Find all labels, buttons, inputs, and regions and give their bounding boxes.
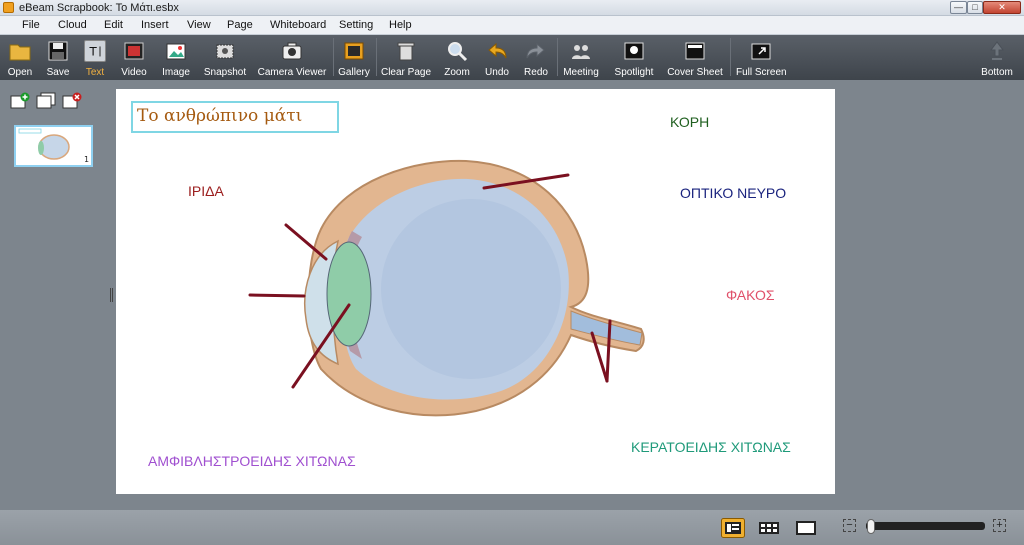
image-icon [166,43,186,60]
save-button[interactable]: Save [40,35,76,80]
image-label: Image [162,67,190,78]
save-icon [48,41,68,61]
undo-button[interactable]: Undo [481,35,513,80]
minimize-button[interactable]: — [950,1,967,14]
label-cornea[interactable]: ΚΕΡΑΤΟΕΙΔΗΣ ΧΙΤΩΝΑΣ [631,439,791,455]
gallery-label: Gallery [338,67,370,78]
bottom-button[interactable]: Bottom [978,35,1016,80]
full-screen-icon [751,43,771,60]
close-button[interactable]: ✕ [983,1,1021,14]
camera-viewer-label: Camera Viewer [257,67,327,78]
video-icon [124,42,144,60]
meeting-button[interactable]: Meeting [562,35,600,80]
cover-sheet-icon [685,42,705,60]
full-screen-label: Full Screen [736,67,787,78]
magnifier-icon [448,42,468,62]
cover-sheet-label: Cover Sheet [667,67,723,78]
undo-icon [488,42,507,59]
menu-insert[interactable]: Insert [141,19,169,31]
zoom-button[interactable]: Zoom [440,35,474,80]
menu-edit[interactable]: Edit [104,19,123,31]
zoom-out-button[interactable]: − [843,519,856,532]
snapshot-icon [216,44,234,59]
redo-label: Redo [524,67,548,78]
spotlight-button[interactable]: Spotlight [612,35,656,80]
whiteboard-canvas[interactable]: Το ανθρώπινο μάτι ΚΟΡΗ ΙΡΙΔΑ ΟΠΤΙΚΟ ΝΕΥΡ… [116,89,835,494]
menu-view[interactable]: View [187,19,211,31]
camera-viewer-button[interactable]: Camera Viewer [257,35,327,80]
text-label: Text [85,67,105,78]
label-iris[interactable]: ΙΡΙΔΑ [188,183,224,199]
menu-help[interactable]: Help [389,19,412,31]
menu-cloud[interactable]: Cloud [58,19,87,31]
spotlight-icon [624,42,644,60]
title-bar: eBeam Scrapbook: Το Μάτι.esbx — □ ✕ [0,0,1024,16]
arrow-up-icon [990,41,1004,60]
svg-text:T: T [89,45,98,59]
label-choroid[interactable]: ΑΜΦΙΒΛΗΣΤΡΟΕΙΔΗΣ ΧΙΤΩΝΑΣ [148,453,356,469]
image-button[interactable]: Image [157,35,195,80]
cover-sheet-button[interactable]: Cover Sheet [666,35,724,80]
zoom-in-button[interactable]: + [993,519,1006,532]
label-optic-nerve[interactable]: ΟΠΤΙΚΟ ΝΕΥΡΟ [680,185,786,201]
undo-label: Undo [485,67,509,78]
duplicate-page-icon[interactable] [36,92,56,109]
zoom-slider-handle[interactable] [866,519,875,534]
menu-file[interactable]: File [22,19,40,31]
spotlight-label: Spotlight [614,67,654,78]
meeting-label: Meeting [563,67,599,78]
bottom-label: Bottom [981,67,1013,78]
gallery-button[interactable]: Gallery [337,35,371,80]
page-thumbnail-number: 1 [84,155,89,164]
menu-setting[interactable]: Setting [339,19,373,31]
folder-icon [9,44,31,61]
toolbar: Open Save T Text Video Image Snapshot Ca… [0,35,1024,80]
camera-icon [282,42,302,60]
save-label: Save [46,67,70,78]
open-button[interactable]: Open [2,35,38,80]
page-title[interactable]: Το ανθρώπινο μάτι [131,101,339,133]
redo-icon [526,42,545,59]
zoom-label: Zoom [444,67,470,78]
app-icon [3,2,14,13]
trash-icon [397,42,415,61]
people-icon [572,45,590,59]
clear-page-button[interactable]: Clear Page [380,35,432,80]
snapshot-label: Snapshot [203,67,247,78]
add-page-icon[interactable] [10,92,30,109]
menu-whiteboard[interactable]: Whiteboard [270,19,326,31]
full-screen-button[interactable]: Full Screen [736,35,787,80]
page-thumbnail-preview: 1 [18,128,89,164]
text-button[interactable]: T Text [78,35,112,80]
toolbar-separator [333,38,334,76]
page-thumbnail[interactable]: 1 [14,125,93,167]
toolbar-separator [730,38,731,76]
maximize-button[interactable]: □ [967,1,983,14]
toolbar-separator [376,38,377,76]
window-title: eBeam Scrapbook: Το Μάτι.esbx [19,2,179,14]
page-panel: 1 [0,80,108,510]
open-label: Open [7,67,33,78]
label-lens[interactable]: ΦΑΚΟΣ [726,287,775,303]
snapshot-button[interactable]: Snapshot [201,35,249,80]
single-page-view-icon[interactable] [794,518,818,538]
menu-page[interactable]: Page [227,19,253,31]
zoom-slider[interactable] [866,522,985,530]
video-label: Video [121,67,147,78]
video-button[interactable]: Video [116,35,152,80]
menu-bar: File Cloud Edit Insert View Page Whitebo… [0,16,1024,35]
grid-view-icon[interactable] [757,518,781,538]
toolbar-separator [557,38,558,76]
delete-page-icon[interactable] [62,92,82,109]
text-icon: T [84,40,106,62]
redo-button[interactable]: Redo [520,35,552,80]
panel-splitter[interactable] [110,288,114,302]
label-kori[interactable]: ΚΟΡΗ [670,114,709,130]
clear-page-label: Clear Page [380,67,432,78]
page-list-view-icon[interactable] [721,518,745,538]
gallery-icon [344,42,364,60]
